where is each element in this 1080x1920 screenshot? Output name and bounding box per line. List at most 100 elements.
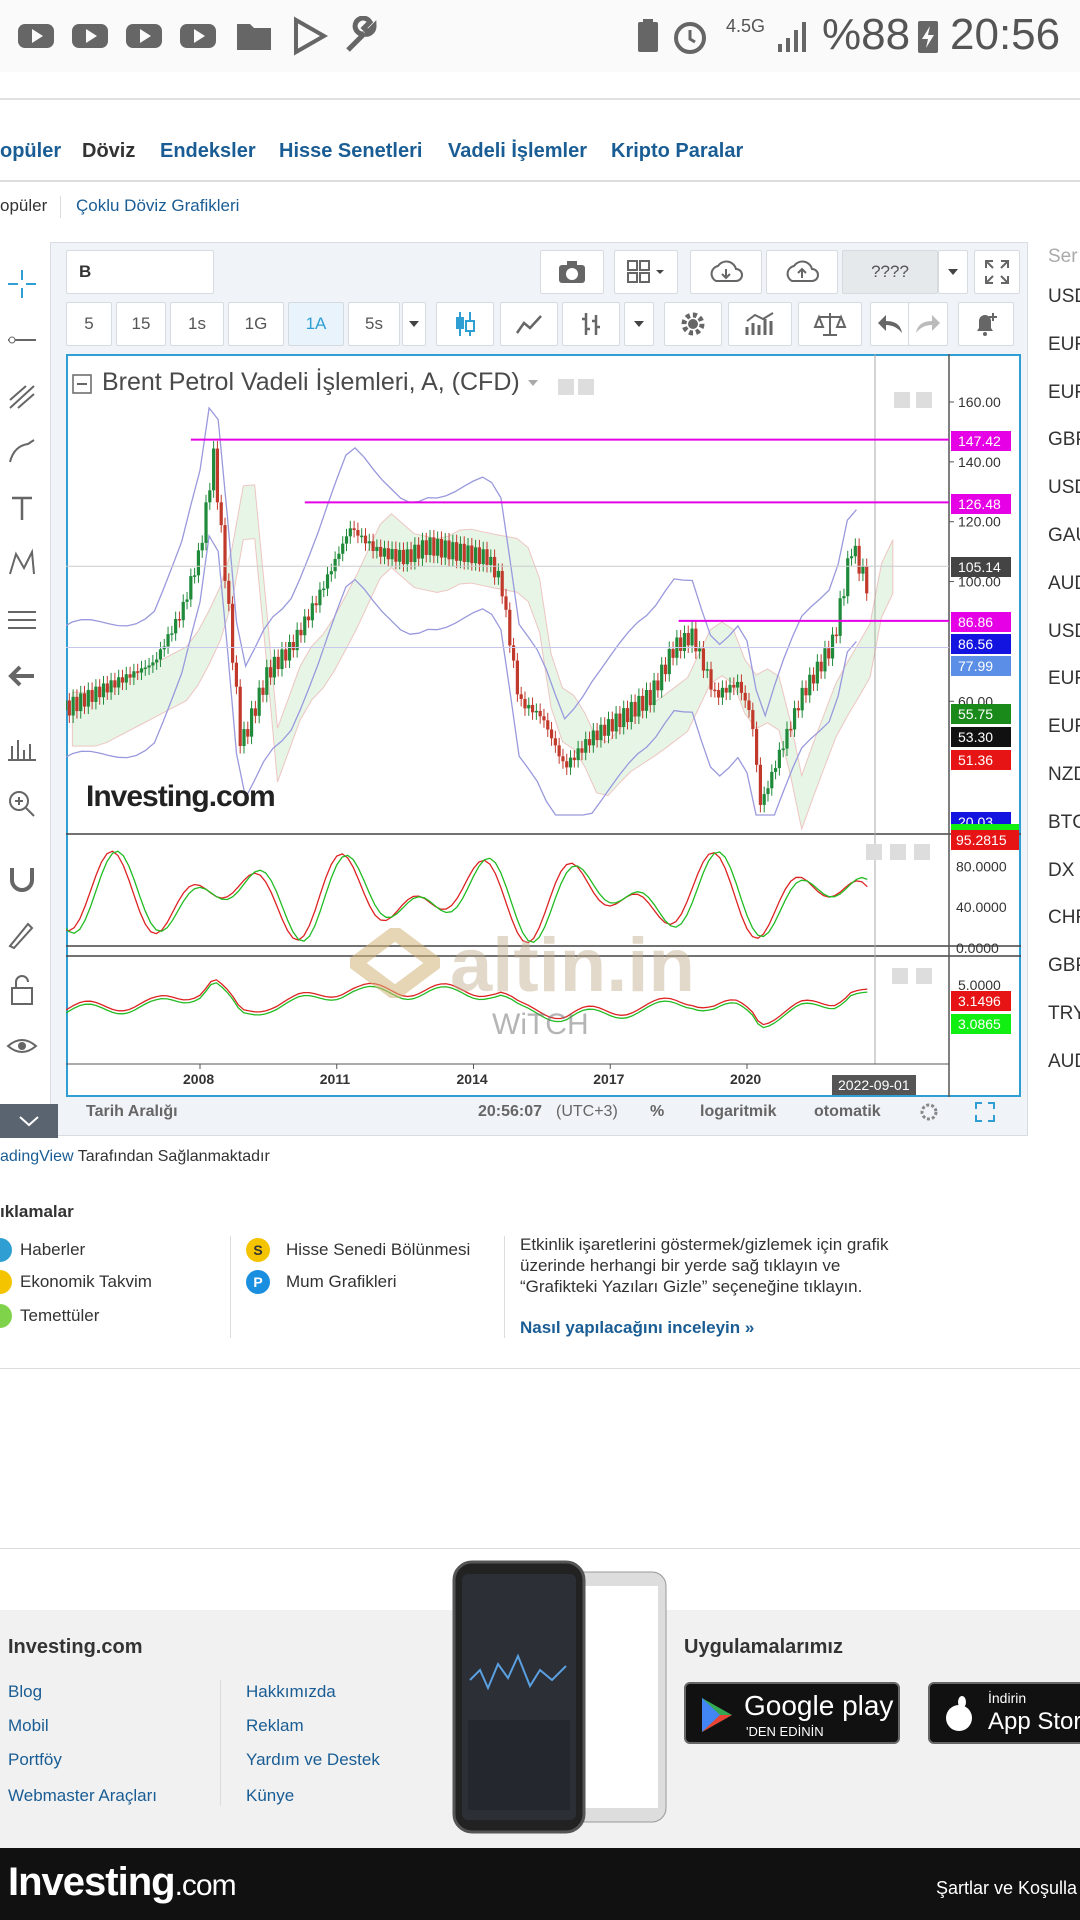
currency-item[interactable]: USD xyxy=(1048,477,1080,499)
measure-icon[interactable] xyxy=(0,726,44,770)
saved-layout-label[interactable]: ???? xyxy=(842,250,938,294)
candle-body xyxy=(770,771,774,789)
date-range-button[interactable]: Tarih Aralığı xyxy=(86,1103,178,1121)
currency-item[interactable]: EUR xyxy=(1048,716,1080,738)
bars-button[interactable] xyxy=(562,302,620,346)
battery-charging-icon xyxy=(918,21,938,53)
google-play-button[interactable]: Google play 'DEN EDİNİN xyxy=(684,1682,900,1744)
currency-item[interactable]: TRY xyxy=(1048,1003,1080,1025)
footer-link-mobile[interactable]: Mobil xyxy=(8,1716,49,1736)
tab-crypto[interactable]: Kripto Paralar xyxy=(611,140,743,163)
tab-stocks[interactable]: Hisse Senetleri xyxy=(279,140,422,163)
candle-body xyxy=(405,549,409,565)
interval-1g[interactable]: 1G xyxy=(228,302,284,346)
recycle-battery-icon xyxy=(638,19,658,52)
chevron-down-icon[interactable] xyxy=(526,378,540,388)
footer-link-ads[interactable]: Reklam xyxy=(246,1716,304,1736)
interval-5s[interactable]: 5s xyxy=(348,302,400,346)
layout-button[interactable] xyxy=(614,250,678,294)
currency-item[interactable]: NZD xyxy=(1048,764,1080,786)
symbol-search-input[interactable]: B xyxy=(66,250,214,294)
cloud-upload-button[interactable] xyxy=(766,250,838,294)
currency-item[interactable]: DX xyxy=(1048,860,1074,882)
tab-popular[interactable]: opüler xyxy=(0,140,61,163)
alert-button[interactable] xyxy=(958,302,1014,346)
footer-logo[interactable]: Investing.com xyxy=(8,1860,237,1905)
indicators-button[interactable] xyxy=(728,302,792,346)
currency-item[interactable]: BTC xyxy=(1048,812,1080,834)
candle-body xyxy=(754,729,759,765)
candle-body xyxy=(728,684,732,693)
compare-button[interactable] xyxy=(798,302,862,346)
currency-item[interactable]: GBP xyxy=(1048,955,1080,977)
currency-item[interactable]: EUR xyxy=(1048,334,1080,356)
auto-toggle[interactable]: otomatik xyxy=(814,1103,881,1121)
tab-indices[interactable]: Endeksler xyxy=(160,140,256,163)
candle-body xyxy=(420,540,425,559)
interval-15[interactable]: 15 xyxy=(116,302,166,346)
footer-link-blog[interactable]: Blog xyxy=(8,1682,42,1702)
y-tick-label: 160.00 xyxy=(958,394,1001,410)
pattern-icon[interactable] xyxy=(0,542,44,586)
arrow-back-icon[interactable] xyxy=(0,654,44,698)
chart-type-dropdown[interactable] xyxy=(624,302,654,346)
redo-button[interactable] xyxy=(908,302,948,346)
subnav-multi-chart[interactable]: Çoklu Döviz Grafikleri xyxy=(76,196,239,216)
apple-icon xyxy=(946,1696,972,1731)
currency-item[interactable]: AUD xyxy=(1048,1051,1080,1073)
gear-icon[interactable] xyxy=(918,1101,940,1123)
currency-item[interactable]: GBP xyxy=(1048,429,1080,451)
magnet-icon[interactable] xyxy=(0,856,44,900)
settings-button[interactable] xyxy=(664,302,722,346)
trend-line-icon[interactable] xyxy=(0,318,44,362)
currency-item[interactable]: EUR xyxy=(1048,668,1080,690)
undo-button[interactable] xyxy=(870,302,910,346)
crosshair-icon[interactable] xyxy=(0,262,44,306)
expand-icon[interactable] xyxy=(974,1101,996,1123)
percent-toggle[interactable]: % xyxy=(650,1103,664,1121)
interval-1a[interactable]: 1A xyxy=(288,302,344,346)
interval-dropdown[interactable] xyxy=(402,302,426,346)
zoom-icon[interactable] xyxy=(0,782,44,826)
text-tool-icon[interactable] xyxy=(0,486,44,530)
fullscreen-button[interactable] xyxy=(974,250,1020,294)
footer-link-webmaster[interactable]: Webmaster Araçları xyxy=(8,1786,157,1806)
app-store-button[interactable]: İndirin App Store xyxy=(928,1682,1080,1744)
currency-search-input[interactable]: Ser xyxy=(1048,246,1078,268)
interval-1s[interactable]: 1s xyxy=(170,302,224,346)
pencil-lock-icon[interactable] xyxy=(0,912,44,956)
eye-icon[interactable] xyxy=(0,1024,44,1068)
fib-icon[interactable] xyxy=(0,598,44,642)
currency-item[interactable]: USD xyxy=(1048,621,1080,643)
footer-link-imprint[interactable]: Künye xyxy=(246,1786,294,1806)
footer-link-about[interactable]: Hakkımızda xyxy=(246,1682,336,1702)
currency-item[interactable]: CHF xyxy=(1048,907,1080,929)
collapse-pane-icon[interactable] xyxy=(72,374,92,394)
tab-futures[interactable]: Vadeli İşlemler xyxy=(448,140,587,163)
brush-icon[interactable] xyxy=(0,430,44,474)
footer-link-portfolio[interactable]: Portföy xyxy=(8,1750,62,1770)
currency-item[interactable]: USD xyxy=(1048,286,1080,308)
candles-button[interactable] xyxy=(436,302,494,346)
timezone[interactable]: (UTC+3) xyxy=(556,1103,618,1121)
terms-link[interactable]: Şartlar ve Koşulla xyxy=(936,1878,1077,1899)
subnav-popular[interactable]: opüler xyxy=(0,196,47,216)
cloud-download-button[interactable] xyxy=(690,250,762,294)
currency-item[interactable]: AUD xyxy=(1048,573,1080,595)
candle-body xyxy=(561,756,565,762)
screenshot-button[interactable] xyxy=(540,250,604,294)
currency-item[interactable]: EUR xyxy=(1048,382,1080,404)
drawing-toolbar xyxy=(0,252,58,1138)
footer-link-help[interactable]: Yardım ve Destek xyxy=(246,1750,380,1770)
currency-item[interactable]: GAU xyxy=(1048,525,1080,547)
interval-5[interactable]: 5 xyxy=(66,302,112,346)
tradingview-link[interactable]: adingView xyxy=(0,1148,74,1165)
pitchfork-icon[interactable] xyxy=(0,374,44,418)
collapse-toolbar-button[interactable] xyxy=(0,1104,58,1138)
unlock-icon[interactable] xyxy=(0,968,44,1012)
log-toggle[interactable]: logaritmik xyxy=(700,1103,776,1121)
line-chart-button[interactable] xyxy=(500,302,558,346)
how-to-link[interactable]: Nasıl yapılacağını inceleyin » xyxy=(520,1318,754,1338)
tab-forex[interactable]: Döviz xyxy=(82,140,135,163)
layout-dropdown[interactable] xyxy=(938,250,968,294)
